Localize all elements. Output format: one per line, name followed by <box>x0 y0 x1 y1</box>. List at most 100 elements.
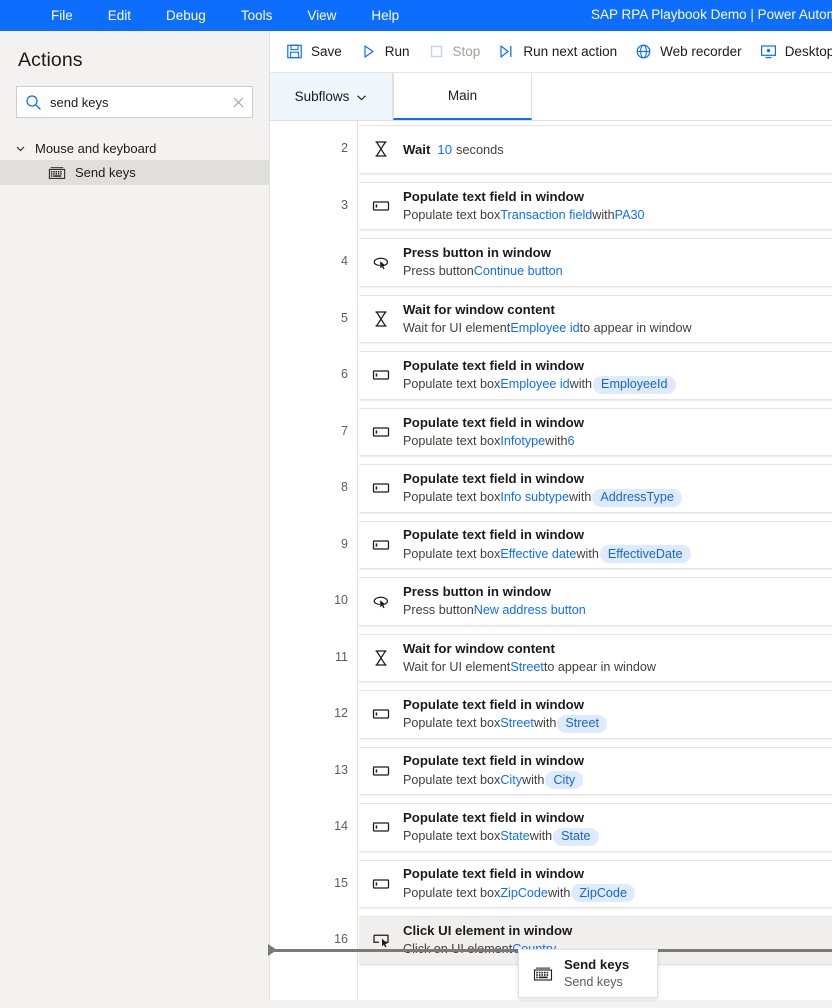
description-text: Wait for UI element <box>403 320 510 337</box>
flow-action-card[interactable]: Populate text field in windowPopulate te… <box>359 747 832 796</box>
window-title-text: SAP RPA Playbook Demo | Power Automate D <box>591 7 832 22</box>
table-row: 13Populate text field in windowPopulate … <box>270 743 832 800</box>
ui-element-link[interactable]: State <box>500 828 529 845</box>
flow-action-description: Populate text box Street with Street <box>403 715 608 733</box>
flow-action-card[interactable]: Populate text field in windowPopulate te… <box>359 690 832 739</box>
step-over-icon <box>498 43 515 60</box>
row-number: 9 <box>270 537 348 551</box>
sidebar-item-label: Send keys <box>75 165 136 180</box>
flow-action-title: Click UI element in window <box>403 922 572 939</box>
ui-element-link[interactable]: Employee id <box>510 320 579 337</box>
description-text: to appear in window <box>544 659 656 676</box>
ui-element-link[interactable]: Street <box>510 659 544 676</box>
ui-element-link[interactable]: Continue button <box>474 263 563 280</box>
menu-item-edit[interactable]: Edit <box>99 4 140 27</box>
flow-action-card[interactable]: Populate text field in window Populate te… <box>359 351 832 400</box>
flow-action-title: Populate text field in window <box>403 752 584 769</box>
menu-item-debug[interactable]: Debug <box>157 4 215 27</box>
textbox-icon <box>371 365 391 385</box>
search-input[interactable]: send keys <box>16 86 253 118</box>
row-number: 12 <box>270 706 348 720</box>
table-row: 8Populate text field in windowPopulate t… <box>270 460 832 517</box>
flow-action-title: Press button in window <box>403 244 563 261</box>
table-row: 11Wait for window contentWait for UI ele… <box>270 630 832 687</box>
close-icon[interactable] <box>231 95 246 110</box>
keyboard-icon <box>48 166 66 180</box>
variable-pill[interactable]: EmployeeId <box>593 376 676 394</box>
flow-action-text: Wait for window contentWait for UI eleme… <box>403 301 692 337</box>
table-row: 6Populate text field in windowPopulate t… <box>270 347 832 404</box>
ui-element-link[interactable]: PA30 <box>615 207 645 224</box>
flow-action-card[interactable]: Press button in windowPress button New a… <box>359 577 832 626</box>
flow-action-card[interactable]: Wait for window contentWait for UI eleme… <box>359 634 832 683</box>
toolbar: Save Run Stop <box>270 31 832 73</box>
variable-pill[interactable]: City <box>545 771 583 789</box>
variable-pill[interactable]: Street <box>557 715 607 733</box>
flow-action-title: Wait for window content <box>403 640 656 657</box>
ui-element-link[interactable]: Info subtype <box>500 489 569 506</box>
web-recorder-button-label: Web recorder <box>660 44 742 59</box>
flow-action-description: Populate text box Effective date with Ef… <box>403 545 692 563</box>
ui-element-link[interactable]: Street <box>500 715 534 732</box>
flow-action-card[interactable]: Populate text field in windowPopulate te… <box>359 803 832 852</box>
menu-item-help[interactable]: Help <box>362 4 408 27</box>
save-icon <box>286 43 303 60</box>
flow-action-card[interactable]: Populate text field in windowPopulate te… <box>359 521 832 570</box>
textbox-icon <box>371 535 391 555</box>
flow-action-card[interactable]: Populate text field in windowPopulate te… <box>359 408 832 457</box>
flow-action-text: Populate text field in windowPopulate te… <box>403 752 584 789</box>
flow-action-card[interactable]: Press button in windowPress button Conti… <box>359 238 832 287</box>
run-next-action-button[interactable]: Run next action <box>490 37 625 67</box>
flow-action-description: Populate text box Transaction field with… <box>403 207 645 224</box>
table-row: 7Populate text field in windowPopulate t… <box>270 404 832 461</box>
flow-action-title: Populate text field in window <box>403 188 645 205</box>
tree-group-mouse-and-keyboard[interactable]: Mouse and keyboard <box>0 136 269 160</box>
ui-element-link[interactable]: 6 <box>568 433 575 450</box>
ui-element-link[interactable]: Employee id <box>500 376 569 393</box>
tab-subflows[interactable]: Subflows <box>270 73 393 120</box>
variable-pill[interactable]: AddressType <box>592 489 682 507</box>
variable-pill[interactable]: EffectiveDate <box>600 545 691 563</box>
desktop-recorder-button[interactable]: Desktop recorder <box>752 37 832 67</box>
menu-item-view[interactable]: View <box>298 4 345 27</box>
flow-action-text: Populate text field in windowPopulate te… <box>403 696 608 733</box>
ui-element-link[interactable]: City <box>500 772 522 789</box>
ui-element-link[interactable]: Effective date <box>500 546 576 563</box>
flow-action-description: Wait for UI element Employee id to appea… <box>403 320 692 337</box>
save-button[interactable]: Save <box>278 37 350 67</box>
variable-pill[interactable]: ZipCode <box>571 884 635 902</box>
table-row: 10Press button in windowPress button New… <box>270 573 832 630</box>
flow-action-title: Wait <box>403 142 430 157</box>
description-text: Populate text box <box>403 376 500 393</box>
textbox-icon <box>371 704 391 724</box>
ui-element-link[interactable]: ZipCode <box>500 885 548 902</box>
flow-action-title: Populate text field in window <box>403 357 677 374</box>
title-bar: File Edit Debug Tools View Help SAP RPA … <box>0 0 832 31</box>
sidebar-item-send-keys[interactable]: Send keys <box>0 160 269 185</box>
flow-action-title: Populate text field in window <box>403 809 600 826</box>
row-number: 14 <box>270 819 348 833</box>
ui-element-link[interactable]: Infotype <box>500 433 545 450</box>
power-automate-designer-window: File Edit Debug Tools View Help SAP RPA … <box>0 0 832 1008</box>
stop-button-label: Stop <box>453 44 481 59</box>
menu-item-tools[interactable]: Tools <box>232 4 282 27</box>
flow-action-card[interactable]: Populate text field in windowPopulate te… <box>359 860 832 909</box>
flow-action-text: Populate text field in windowPopulate te… <box>403 470 683 507</box>
ui-element-link[interactable]: Transaction field <box>500 207 592 224</box>
menu-item-file[interactable]: File <box>42 4 82 27</box>
table-row: 12 Populate text field in windowPopulate … <box>270 686 832 743</box>
keyboard-icon <box>533 966 553 982</box>
web-recorder-button[interactable]: Web recorder <box>627 37 750 67</box>
flow-action-card[interactable]: Populate text field in windowPopulate te… <box>359 464 832 513</box>
run-button[interactable]: Run <box>352 37 418 67</box>
tab-main[interactable]: Main <box>393 73 532 120</box>
variable-pill[interactable]: State <box>553 828 598 846</box>
row-number: 5 <box>270 311 348 325</box>
description-text: Populate text box <box>403 546 500 563</box>
flow-action-card[interactable]: Wait10seconds <box>359 125 832 174</box>
stop-button[interactable]: Stop <box>420 37 489 67</box>
flow-action-description: Populate text box Info subtype with Addr… <box>403 489 683 507</box>
ui-element-link[interactable]: New address button <box>474 602 586 619</box>
flow-action-card[interactable]: Populate text field in window Populate te… <box>359 182 832 231</box>
flow-action-card[interactable]: Wait for window contentWait for UI eleme… <box>359 295 832 344</box>
